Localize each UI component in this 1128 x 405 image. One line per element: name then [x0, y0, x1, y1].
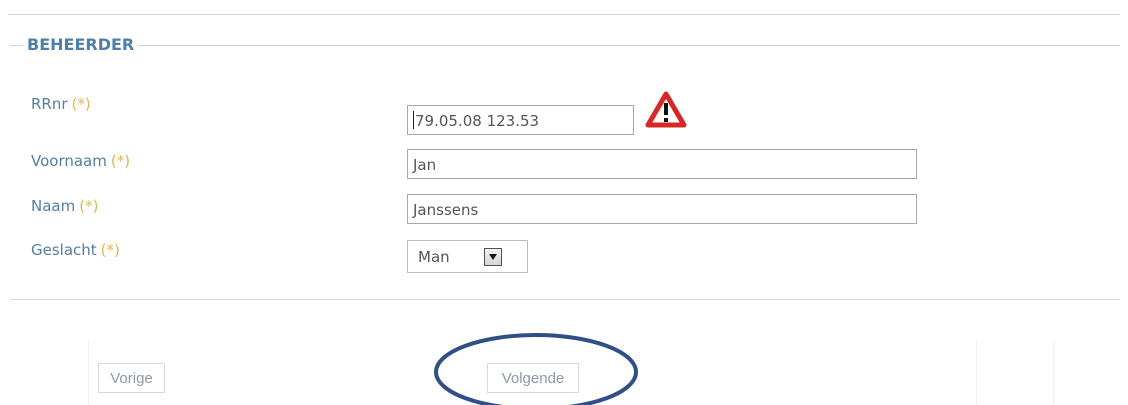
naam-label: Naam (*)	[31, 197, 98, 215]
voornaam-label: Voornaam (*)	[31, 152, 130, 170]
voornaam-required-marker: (*)	[110, 152, 131, 170]
voornaam-input-value: Jan	[413, 156, 437, 174]
rrnr-label-text: RRnr	[31, 95, 68, 113]
chevron-down-icon-shape	[489, 254, 497, 260]
next-button[interactable]: Volgende	[487, 363, 579, 393]
naam-required-marker: (*)	[79, 197, 99, 215]
naam-input-value: Janssens	[413, 201, 479, 219]
beheerder-fieldset-border	[10, 45, 1120, 46]
form-footer-divider	[10, 299, 1120, 300]
footer-column-divider	[976, 340, 977, 405]
top-divider	[8, 14, 1120, 15]
chevron-down-icon[interactable]	[484, 248, 502, 266]
footer-column-divider	[88, 340, 89, 405]
naam-input[interactable]: Janssens	[407, 194, 917, 224]
rrnr-label: RRnr (*)	[31, 95, 91, 113]
rrnr-input-value: 79.05.08 123.53	[415, 112, 540, 130]
geslacht-label: Geslacht (*)	[31, 241, 120, 259]
footer-column-divider	[1053, 340, 1054, 405]
geslacht-select[interactable]: Man	[407, 240, 528, 273]
geslacht-required-marker: (*)	[100, 241, 120, 259]
rrnr-required-marker: (*)	[71, 95, 91, 113]
geslacht-label-text: Geslacht	[31, 241, 97, 259]
navigation-footer: Vorige Volgende	[10, 340, 1120, 405]
geslacht-select-value: Man	[418, 248, 450, 266]
warning-icon	[645, 91, 687, 128]
rrnr-input[interactable]: 79.05.08 123.53	[407, 105, 634, 135]
page: BEHEERDER RRnr (*) 79.05.08 123.53 Voorna…	[0, 0, 1128, 405]
previous-button[interactable]: Vorige	[98, 363, 165, 393]
text-cursor	[413, 111, 414, 129]
fieldset-legend: BEHEERDER	[23, 35, 139, 55]
naam-label-text: Naam	[31, 197, 76, 215]
voornaam-label-text: Voornaam	[31, 152, 107, 170]
voornaam-input[interactable]: Jan	[407, 149, 917, 179]
